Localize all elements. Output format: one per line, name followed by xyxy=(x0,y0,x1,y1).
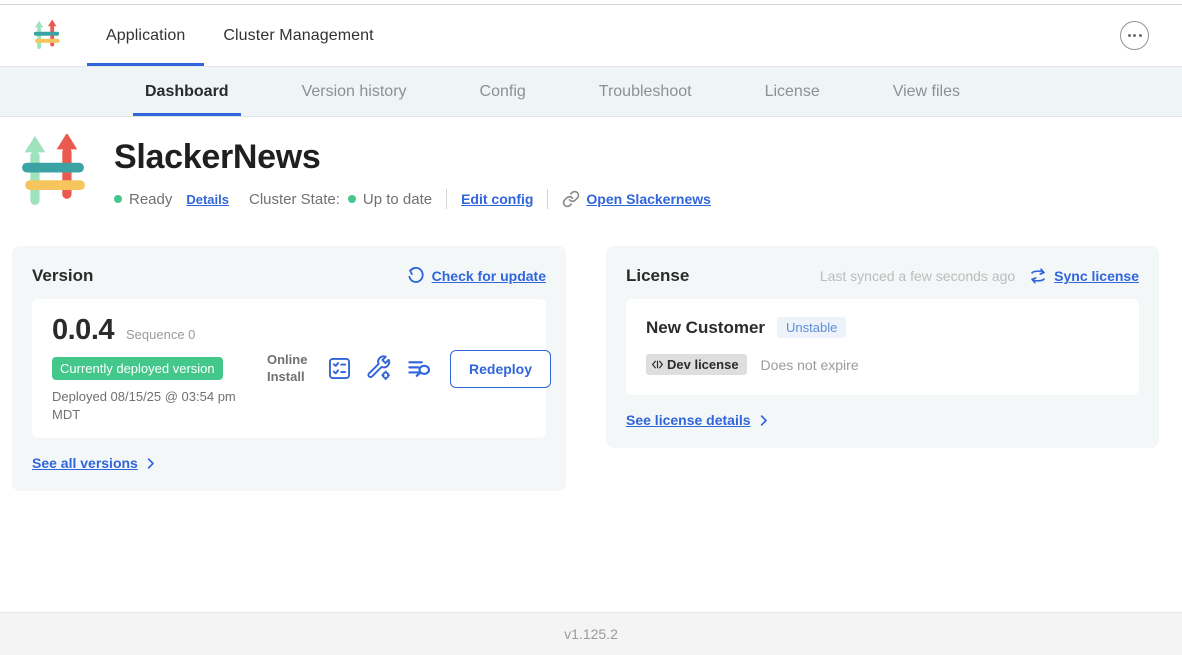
divider xyxy=(547,189,548,209)
tab-view-files[interactable]: View files xyxy=(881,67,972,116)
see-all-versions-link[interactable]: See all versions xyxy=(32,455,546,471)
deployed-timestamp: Deployed 08/15/25 @ 03:54 pm MDT xyxy=(52,388,267,423)
hash-arrows-icon-large xyxy=(20,134,86,210)
cluster-state-label: Cluster State: xyxy=(249,191,340,208)
license-card: License Last synced a few seconds ago Sy… xyxy=(606,246,1159,448)
app-header: SlackerNews Ready Details Cluster State:… xyxy=(0,117,1182,215)
open-app-link[interactable]: Open Slackernews xyxy=(562,190,711,208)
sync-arrows-icon xyxy=(1029,267,1047,285)
version-card-title: Version xyxy=(32,266,93,286)
preflight-checks-icon[interactable] xyxy=(326,355,353,382)
sync-license-link[interactable]: Sync license xyxy=(1029,267,1139,285)
last-synced-text: Last synced a few seconds ago xyxy=(820,268,1015,284)
tab-config[interactable]: Config xyxy=(468,67,538,116)
license-type-label: Dev license xyxy=(667,357,739,372)
page-title: SlackerNews xyxy=(114,138,711,177)
license-type-badge: Dev license xyxy=(646,354,747,375)
license-card-title: License xyxy=(626,266,689,286)
tab-application[interactable]: Application xyxy=(87,5,204,66)
license-details-panel: New Customer Unstable Dev license Does n… xyxy=(626,299,1139,395)
version-number: 0.0.4 xyxy=(52,314,114,347)
version-sequence: Sequence 0 xyxy=(126,327,195,342)
tab-view-files-label: View files xyxy=(893,83,960,101)
tab-application-label: Application xyxy=(106,27,185,45)
ready-status-dot xyxy=(114,195,122,203)
license-expiration: Does not expire xyxy=(761,357,859,373)
app-footer: v1.125.2 xyxy=(0,612,1182,655)
dashboard-cards: Version Check for update 0.0.4 Sequence … xyxy=(12,246,1170,491)
deployed-status-badge: Currently deployed version xyxy=(52,357,223,380)
check-for-update-link[interactable]: Check for update xyxy=(407,267,546,285)
refresh-icon xyxy=(407,267,425,285)
divider xyxy=(446,189,447,209)
configure-wrench-gear-icon[interactable] xyxy=(366,355,393,382)
chevron-right-icon xyxy=(143,456,158,471)
edit-config-link[interactable]: Edit config xyxy=(461,191,533,207)
brand-logo[interactable] xyxy=(33,5,60,66)
channel-badge: Unstable xyxy=(777,317,846,338)
tab-troubleshoot-label: Troubleshoot xyxy=(599,83,692,101)
tab-license-label: License xyxy=(765,83,820,101)
cluster-state-dot xyxy=(348,195,356,203)
app-logo xyxy=(20,134,86,215)
details-link[interactable]: Details xyxy=(186,192,229,207)
app-sub-navigation: Dashboard Version history Config Trouble… xyxy=(0,67,1182,117)
hash-arrows-icon xyxy=(33,20,60,51)
tab-license[interactable]: License xyxy=(753,67,832,116)
open-app-link-label: Open Slackernews xyxy=(586,191,711,207)
topnav-tabs: Application Cluster Management xyxy=(87,5,393,66)
ellipsis-icon xyxy=(1128,34,1131,37)
app-status-row: Ready Details Cluster State: Up to date … xyxy=(114,189,711,209)
install-type-label: Online Install xyxy=(267,352,313,386)
tab-troubleshoot[interactable]: Troubleshoot xyxy=(587,67,704,116)
customer-name: New Customer xyxy=(646,318,765,338)
code-brackets-icon xyxy=(651,358,664,371)
dashboard-main: SlackerNews Ready Details Cluster State:… xyxy=(0,117,1182,491)
tab-config-label: Config xyxy=(480,83,526,101)
topnav-spacer xyxy=(393,5,1120,66)
redeploy-button[interactable]: Redeploy xyxy=(450,350,551,388)
chevron-right-icon xyxy=(756,413,771,428)
tab-version-history[interactable]: Version history xyxy=(290,67,419,116)
tab-version-history-label: Version history xyxy=(302,83,407,101)
top-navigation-bar: Application Cluster Management xyxy=(0,5,1182,67)
console-version: v1.125.2 xyxy=(564,626,618,642)
tab-cluster-management[interactable]: Cluster Management xyxy=(204,5,392,66)
ready-status-label: Ready xyxy=(129,191,172,208)
tab-dashboard[interactable]: Dashboard xyxy=(133,67,241,116)
cluster-state-value: Up to date xyxy=(363,191,432,208)
current-version-panel: 0.0.4 Sequence 0 Currently deployed vers… xyxy=(32,299,546,438)
see-license-details-link[interactable]: See license details xyxy=(626,412,1139,428)
version-card: Version Check for update 0.0.4 Sequence … xyxy=(12,246,566,491)
tab-dashboard-label: Dashboard xyxy=(145,83,229,101)
chain-link-icon xyxy=(562,190,580,208)
tab-cluster-management-label: Cluster Management xyxy=(223,27,373,45)
more-menu-button[interactable] xyxy=(1120,21,1149,50)
view-logs-icon[interactable] xyxy=(406,355,433,382)
